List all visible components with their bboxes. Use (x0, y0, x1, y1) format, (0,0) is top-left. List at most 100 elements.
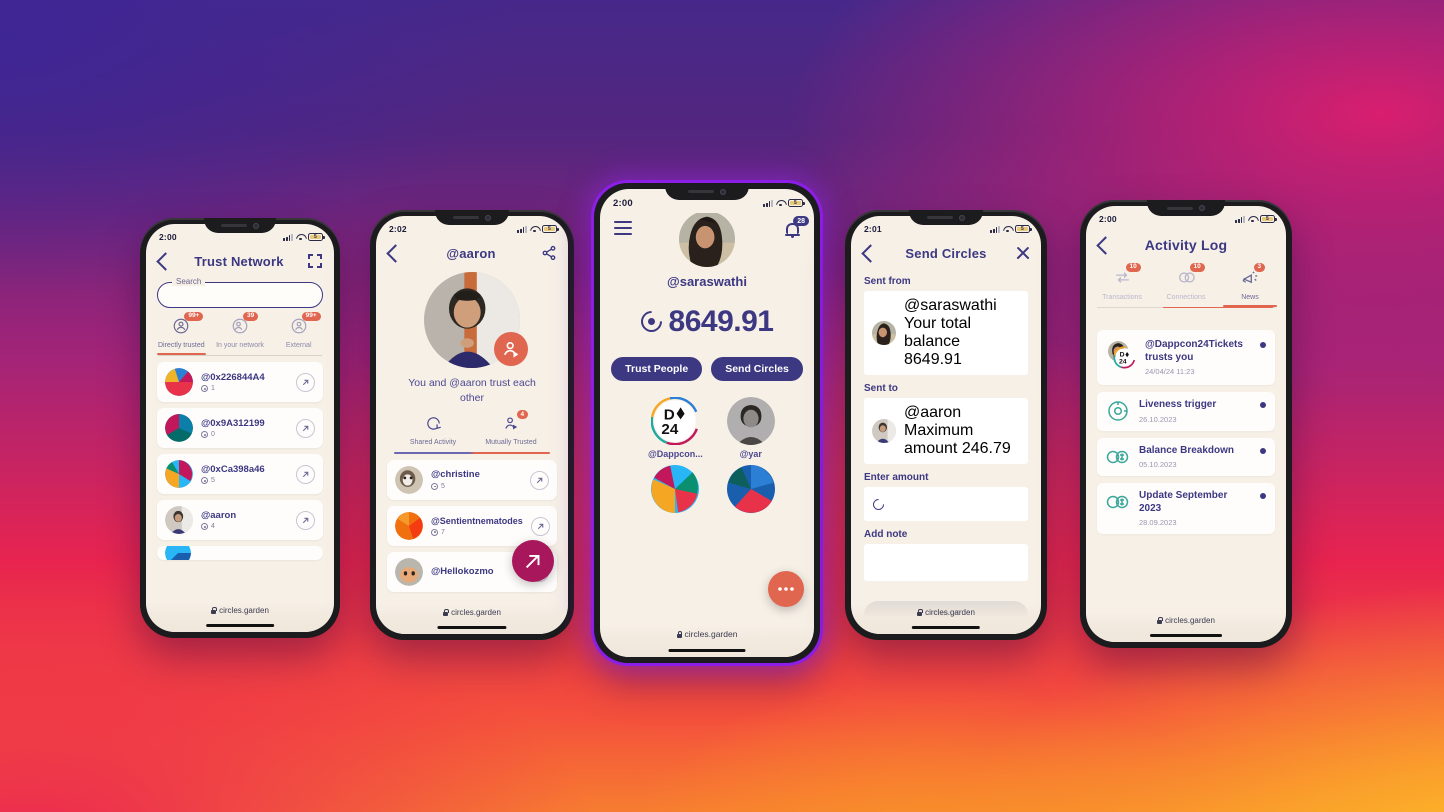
table-row[interactable]: @0xCa398a46 5 (157, 454, 323, 495)
tab-mutually-trusted[interactable]: 4 Mutually Trusted (472, 410, 550, 452)
send-fab-button[interactable] (512, 540, 554, 582)
avatar (726, 396, 775, 445)
search-input[interactable]: Search (157, 277, 323, 308)
home-indicator[interactable] (668, 648, 746, 652)
activity-item[interactable]: Liveness trigger 26.10.2023 (1097, 392, 1275, 431)
phone-profile-aaron: 2:02 5 @aaron You and @aaron trust each … (370, 210, 574, 640)
action-buttons: Trust People Send Circles (600, 356, 814, 381)
signal-icon (283, 233, 293, 241)
amount-input[interactable] (864, 487, 1028, 521)
list-item[interactable]: @christine 5 (387, 460, 557, 501)
navbar: Activity Log (1086, 228, 1286, 262)
contact-item[interactable] (726, 464, 775, 517)
tab-connections[interactable]: 10 Connections (1154, 263, 1218, 307)
lock-icon (1157, 617, 1163, 624)
browser-url-bar[interactable]: circles.garden (376, 604, 568, 634)
activity-item[interactable]: D 24 @Dappcon24Tickets trusts you 24/04/… (1097, 330, 1275, 386)
notifications-button[interactable]: 28 (785, 216, 809, 238)
table-row[interactable]: @aaron 4 (157, 500, 323, 541)
battery-icon: 5 (788, 199, 805, 207)
lock-icon (917, 609, 923, 616)
tab-in-your-network[interactable]: 39 In your network (211, 312, 270, 355)
browser-url-bar[interactable]: circles.garden (1086, 612, 1286, 642)
avatar[interactable] (679, 213, 735, 267)
phone-trust-network: 2:00 5 Trust Network Search 99+ Directly… (140, 218, 340, 638)
search-label: Search (172, 277, 206, 286)
open-row-button[interactable] (530, 470, 549, 490)
wifi-icon (776, 200, 785, 207)
balance-display: 8649.91 (600, 305, 814, 339)
send-circles-button[interactable]: Send Circles (711, 356, 803, 381)
contact-item[interactable] (651, 464, 700, 517)
notification-badge: 28 (793, 216, 809, 226)
activity-item[interactable]: Balance Breakdown 05.10.2023 (1097, 437, 1275, 477)
avatar (395, 512, 423, 541)
contact-item[interactable]: D 24 @Dappcon... (648, 396, 703, 459)
wifi-icon (1248, 216, 1257, 223)
row-name: @0xCa398a46 (201, 463, 265, 475)
home-indicator[interactable] (437, 625, 507, 629)
contact-name: @Dappcon... (648, 448, 703, 459)
close-button[interactable] (1015, 245, 1031, 261)
open-row-button[interactable] (296, 510, 315, 530)
qr-scan-icon[interactable] (306, 252, 324, 270)
svg-text:D: D (1120, 352, 1125, 359)
tab-external[interactable]: 99+ External (269, 312, 328, 355)
row-name: @aaron (904, 404, 962, 421)
avatar (165, 368, 193, 397)
open-row-button[interactable] (530, 516, 550, 536)
row-name: @Sentientnematodes (431, 515, 523, 526)
open-row-button[interactable] (296, 372, 315, 392)
browser-url-bar[interactable]: circles.garden (146, 602, 334, 632)
trust-people-button[interactable]: Trust People (611, 356, 703, 381)
home-indicator[interactable] (206, 623, 274, 627)
home-indicator[interactable] (911, 625, 981, 629)
sent-from-card[interactable]: @saraswathi Your total balance 8649.91 (864, 291, 1028, 375)
hamburger-menu-icon[interactable] (614, 221, 632, 239)
circles-coin-icon (201, 476, 208, 484)
users-trusted-icon (504, 417, 517, 430)
tab-badge: 99+ (184, 312, 204, 321)
wifi-icon (1003, 226, 1012, 233)
arrow-up-right-icon (536, 477, 543, 483)
browser-url-bar[interactable]: circles.garden (600, 625, 814, 657)
avatar (872, 321, 896, 345)
circles-coin-icon (201, 384, 208, 392)
username: @saraswathi (667, 273, 747, 289)
activity-date: 05.10.2023 (1139, 460, 1177, 470)
activity-icon (426, 417, 441, 431)
activity-item[interactable]: Update September 2023 28.09.2023 (1097, 483, 1275, 535)
contact-item[interactable]: @yar (726, 396, 775, 459)
row-name: @aaron (201, 509, 237, 521)
table-row[interactable]: @0x9A312199 0 (157, 408, 323, 449)
trust-tabs: 99+ Directly trusted 39 In your network (152, 312, 328, 355)
more-contacts-button[interactable] (768, 571, 804, 607)
share-icon[interactable] (540, 244, 558, 262)
home-indicator[interactable] (1150, 633, 1222, 637)
tab-badge: 4 (516, 410, 529, 420)
open-row-button[interactable] (296, 464, 315, 484)
page-title: Trust Network (194, 253, 284, 269)
table-row[interactable]: @0x226844A4 1 (157, 362, 323, 403)
url-text: circles.garden (219, 606, 269, 615)
open-row-button[interactable] (296, 418, 315, 438)
tab-directly-trusted[interactable]: 99+ Directly trusted (152, 312, 211, 355)
note-input[interactable] (864, 544, 1028, 581)
tab-shared-activity[interactable]: Shared Activity (394, 415, 472, 452)
sent-to-card[interactable]: @aaron Maximum amount 246.79 (864, 398, 1028, 464)
sent-from-label: Sent from (864, 276, 911, 287)
activity-title: Liveness trigger (1139, 399, 1217, 411)
browser-url-bar[interactable]: circles.garden (851, 604, 1041, 634)
avatar (165, 506, 193, 535)
arrow-up-right-icon (302, 379, 309, 385)
tab-divider (158, 354, 322, 357)
url-text: circles.garden (925, 608, 975, 617)
circles-coin-icon (870, 496, 887, 512)
navbar: @aaron (376, 238, 568, 268)
table-row-partial[interactable] (157, 546, 323, 561)
row-sub: 0 (201, 430, 265, 438)
update-icon (1106, 496, 1129, 509)
tab-transactions[interactable]: 10 Transactions (1090, 263, 1154, 307)
user-trust-icon (494, 332, 528, 366)
tab-news[interactable]: 3 News (1218, 263, 1282, 307)
